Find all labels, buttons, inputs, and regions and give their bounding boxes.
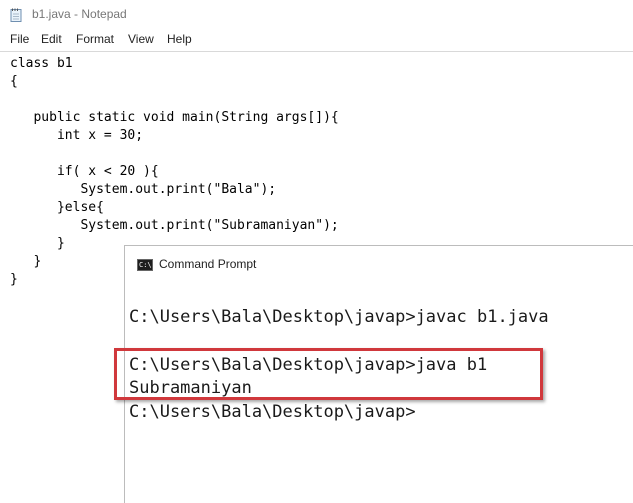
menu-file[interactable]: File xyxy=(10,32,29,46)
command-prompt-icon: C:\ xyxy=(137,259,153,271)
console-line: C:\Users\Bala\Desktop\javap>javac b1.jav… xyxy=(129,307,549,327)
code-line: int x = 30; xyxy=(10,128,144,143)
code-line: System.out.print("Bala"); xyxy=(10,182,277,197)
code-line: }else{ xyxy=(10,200,104,215)
code-line: } xyxy=(10,236,65,251)
notepad-title-bar[interactable]: b1.java - Notepad xyxy=(0,0,633,30)
console-prompt-line[interactable]: C:\Users\Bala\Desktop\javap> xyxy=(129,400,416,424)
menu-view[interactable]: View xyxy=(128,32,154,46)
highlight-annotation-box xyxy=(114,348,543,400)
code-line: System.out.print("Subramaniyan"); xyxy=(10,218,339,233)
code-line: class b1 xyxy=(10,56,73,71)
command-prompt-icon-glyph: C:\ xyxy=(139,261,152,269)
menu-format[interactable]: Format xyxy=(76,32,114,46)
code-line: public static void main(String args[]){ xyxy=(10,110,339,125)
menu-help[interactable]: Help xyxy=(167,32,192,46)
menu-edit[interactable]: Edit xyxy=(41,32,62,46)
code-line: } xyxy=(10,254,42,269)
command-prompt-title-bar[interactable]: C:\ Command Prompt xyxy=(125,246,633,282)
command-prompt-title: Command Prompt xyxy=(159,257,257,271)
notepad-icon xyxy=(10,8,22,22)
command-prompt-window[interactable]: C:\ Command Prompt C:\Users\Bala\Desktop… xyxy=(114,245,633,503)
code-line: if( x < 20 ){ xyxy=(10,164,159,179)
notepad-window-title: b1.java - Notepad xyxy=(32,7,127,21)
code-line: } xyxy=(10,272,18,287)
notepad-menu-bar: File Edit Format View Help xyxy=(0,30,633,50)
code-line: { xyxy=(10,74,18,89)
